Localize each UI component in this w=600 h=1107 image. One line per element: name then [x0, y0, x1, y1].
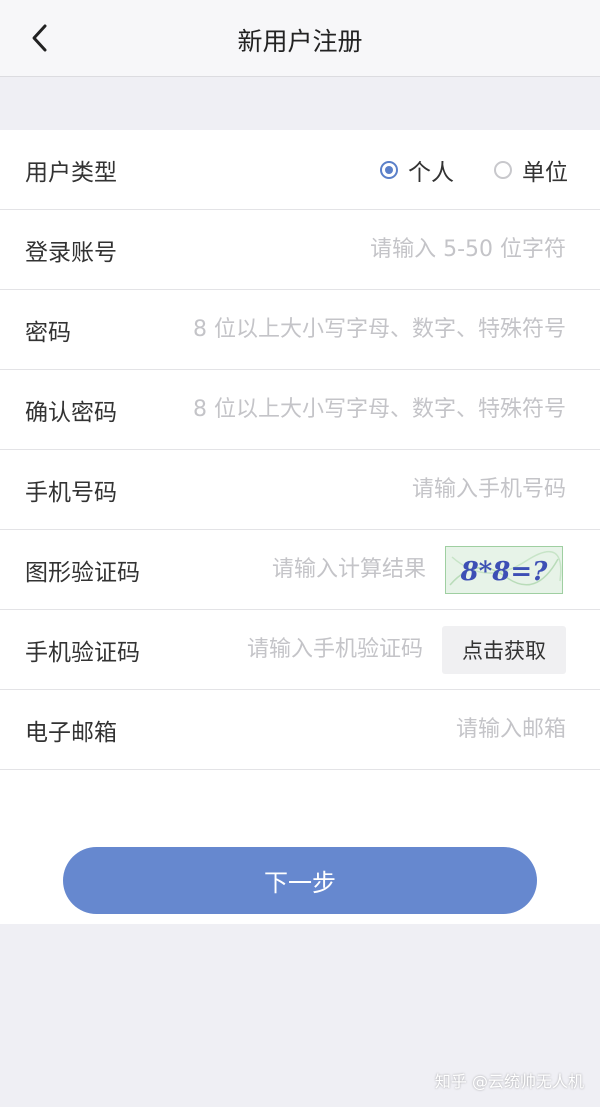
radio-unselected-icon [494, 160, 512, 179]
radio-organization-label: 单位 [522, 159, 568, 186]
captcha-label: 图形验证码 [25, 559, 140, 586]
email-row: 电子邮箱 [0, 690, 600, 770]
sms-code-input[interactable] [161, 636, 425, 663]
nav-header: 新用户注册 [0, 0, 600, 77]
page-title: 新用户注册 [237, 27, 363, 56]
registration-form: 用户类型 个人 单位 登录账号 密码 确认密码 手机号码 图形验证码 [0, 130, 600, 924]
watermark: 知乎 @云统帅无人机 [434, 1072, 584, 1091]
phone-label: 手机号码 [25, 479, 117, 506]
radio-organization[interactable]: 单位 [494, 153, 568, 187]
user-type-radio-group: 个人 单位 [340, 153, 568, 187]
confirm-password-label: 确认密码 [25, 399, 117, 426]
password-input[interactable] [124, 316, 568, 343]
account-input[interactable] [124, 236, 568, 263]
sms-code-label: 手机验证码 [25, 639, 140, 666]
sms-code-row: 手机验证码 点击获取 [0, 610, 600, 690]
next-step-button[interactable]: 下一步 [63, 847, 537, 914]
captcha-row: 图形验证码 8*8=? [0, 530, 600, 610]
account-row: 登录账号 [0, 210, 600, 290]
confirm-password-row: 确认密码 [0, 370, 600, 450]
account-label: 登录账号 [25, 239, 117, 266]
captcha-input[interactable] [164, 556, 428, 583]
phone-input[interactable] [124, 476, 568, 503]
user-type-label: 用户类型 [25, 159, 117, 186]
captcha-image[interactable]: 8*8=? [445, 546, 563, 594]
confirm-password-input[interactable] [124, 396, 568, 423]
radio-individual[interactable]: 个人 [380, 153, 454, 187]
radio-selected-icon [380, 160, 398, 179]
phone-row: 手机号码 [0, 450, 600, 530]
email-label: 电子邮箱 [25, 719, 117, 746]
user-type-row: 用户类型 个人 单位 [0, 130, 600, 210]
captcha-text: 8*8=? [460, 557, 549, 587]
get-sms-code-button[interactable]: 点击获取 [442, 626, 566, 674]
password-label: 密码 [25, 319, 71, 346]
captcha-graphic: 8*8=? [449, 550, 562, 587]
email-input[interactable] [124, 716, 568, 743]
password-row: 密码 [0, 290, 600, 370]
radio-individual-label: 个人 [408, 159, 454, 186]
